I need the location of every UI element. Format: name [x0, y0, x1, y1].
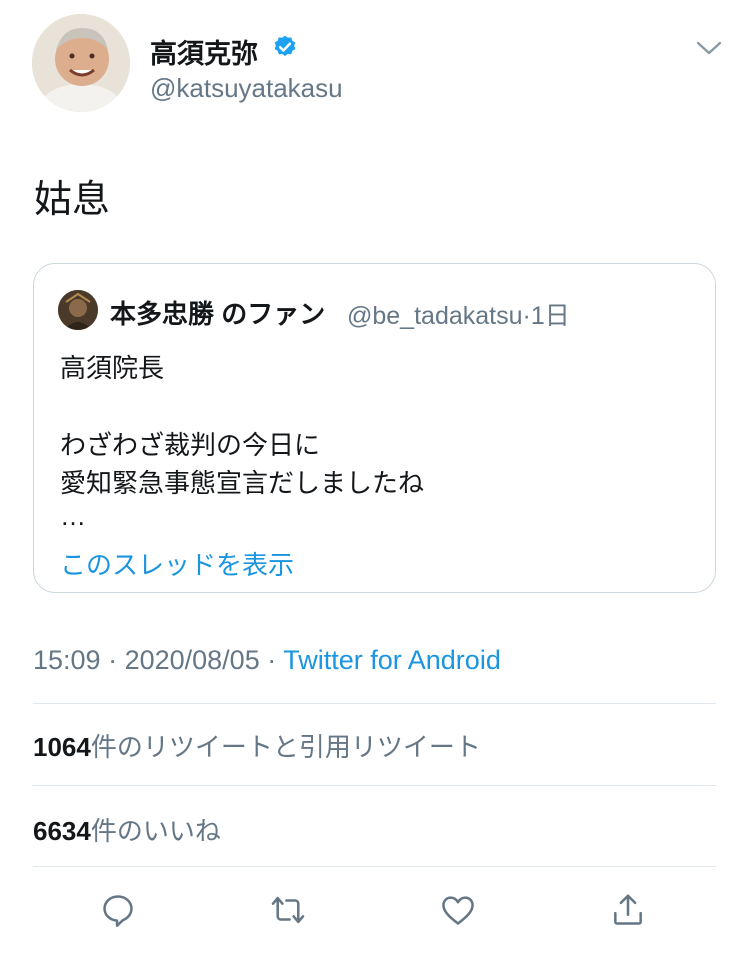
reply-button[interactable] — [96, 888, 140, 932]
share-icon — [614, 894, 642, 925]
likes-stat[interactable]: 6634件のいいね — [33, 811, 221, 848]
quoted-author-avatar — [58, 290, 98, 330]
likes-count: 6634 — [33, 816, 91, 846]
author-handle[interactable]: @katsuyatakasu — [150, 73, 343, 104]
meta-dot: · — [522, 302, 531, 330]
quoted-tweet-line: 愛知緊急事態宣言だしましたね — [60, 468, 425, 498]
share-button[interactable] — [606, 888, 650, 932]
quoted-avatar-image — [58, 290, 98, 330]
retweet-icon — [271, 896, 305, 924]
quoted-author-name: 本多忠勝 のファン — [110, 299, 326, 329]
tweet-timestamp: 15:09 · 2020/08/05 · Twitter for Android — [33, 645, 501, 675]
like-button[interactable] — [436, 888, 480, 932]
retweet-button[interactable] — [266, 888, 310, 932]
divider — [33, 785, 716, 786]
author-display-name[interactable]: 高須克弥 — [150, 32, 258, 71]
quoted-author-meta: @be_tadakatsu·1日 — [347, 296, 570, 332]
chevron-down-icon[interactable] — [695, 38, 723, 58]
tweet-text: 姑息 — [34, 179, 111, 221]
author-avatar-image — [32, 14, 130, 112]
retweets-stat[interactable]: 1064件のリツイートと引用リツイート — [33, 727, 481, 764]
divider — [33, 703, 716, 704]
show-thread-link[interactable]: このスレッドを表示 — [60, 545, 294, 582]
author-avatar[interactable] — [32, 14, 130, 112]
like-icon — [442, 896, 474, 925]
quoted-tweet-line: 高須院長 — [60, 353, 165, 383]
quoted-tweet-age: 1日 — [530, 302, 570, 330]
tweet-time: 15:09 — [33, 645, 101, 675]
verified-badge-icon — [274, 35, 296, 56]
tweet-date: 2020/08/05 — [124, 645, 260, 675]
retweets-count: 1064 — [33, 732, 91, 762]
divider — [33, 866, 716, 867]
likes-label: 件のいいね — [90, 816, 221, 846]
tweet-source-link[interactable]: Twitter for Android — [283, 645, 501, 675]
quoted-tweet-line: … — [60, 501, 86, 531]
quoted-author-handle: @be_tadakatsu — [347, 302, 523, 330]
retweets-label: 件のリツイートと引用リツイート — [90, 732, 481, 762]
quoted-tweet-line: わざわざ裁判の今日に — [60, 430, 321, 460]
reply-icon — [103, 895, 133, 927]
